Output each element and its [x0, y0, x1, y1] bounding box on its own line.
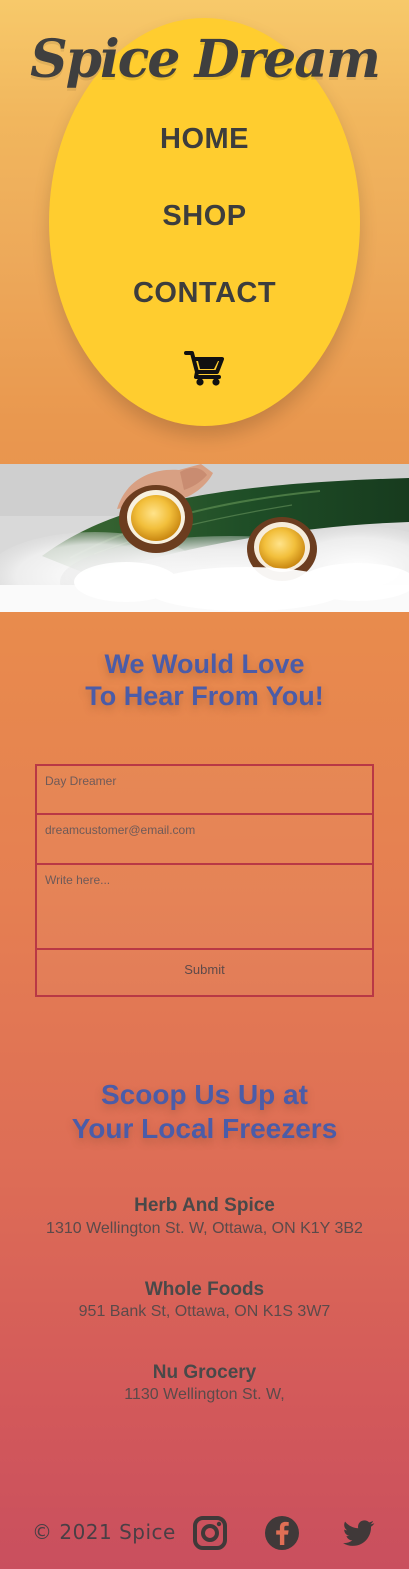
store-name-herb-and-spice: Herb And Spice: [134, 1195, 275, 1216]
store-address-nu-grocery: 1130 Wellington St. W,: [124, 1386, 285, 1403]
stores-heading: Scoop Us Up at Your Local Freezers: [0, 1078, 409, 1145]
submit-button[interactable]: Submit: [37, 950, 372, 995]
store-name-whole-foods: Whole Foods: [144, 1279, 265, 1300]
message-placeholder: Write here...: [45, 873, 111, 887]
nav-contact-link[interactable]: CONTACT: [0, 277, 409, 310]
email-input[interactable]: dreamcustomer@email.com: [37, 815, 372, 865]
store-address-herb-and-spice: 1310 Wellington St. W, Ottawa, ON K1Y 3B…: [46, 1220, 363, 1237]
nav-home-link[interactable]: HOME: [0, 123, 409, 156]
message-textarea[interactable]: Write here...: [37, 865, 372, 950]
nav-shop-link[interactable]: SHOP: [0, 200, 409, 233]
twitter-icon[interactable]: [339, 1515, 377, 1551]
stores-heading-line-2: Your Local Freezers: [71, 1112, 338, 1144]
shopping-cart-icon[interactable]: [184, 349, 226, 387]
contact-form: Day Dreamer dreamcustomer@email.com Writ…: [35, 764, 374, 997]
name-input[interactable]: Day Dreamer: [37, 766, 372, 815]
brand-logo-text[interactable]: Spice Dream: [0, 34, 409, 86]
hero-image: [0, 464, 409, 612]
contact-heading-line-2: To Hear From You!: [85, 681, 324, 712]
stores-heading-line-1: Scoop Us Up at: [101, 1079, 308, 1110]
facebook-icon[interactable]: [264, 1515, 300, 1551]
footer-copyright: © 2021 Spice: [32, 1520, 176, 1544]
contact-heading: We Would Love To Hear From You!: [0, 648, 409, 713]
email-placeholder: dreamcustomer@email.com: [45, 823, 196, 837]
store-address-whole-foods: 951 Bank St, Ottawa, ON K1S 3W7: [78, 1303, 331, 1320]
header: Spice Dream HOME SHOP CONTACT: [0, 0, 409, 464]
name-placeholder: Day Dreamer: [45, 774, 117, 788]
instagram-icon[interactable]: [192, 1515, 228, 1551]
ice-cream-photo: [0, 464, 409, 612]
contact-heading-line-1: We Would Love: [104, 649, 305, 679]
store-name-nu-grocery: Nu Grocery: [152, 1362, 257, 1383]
